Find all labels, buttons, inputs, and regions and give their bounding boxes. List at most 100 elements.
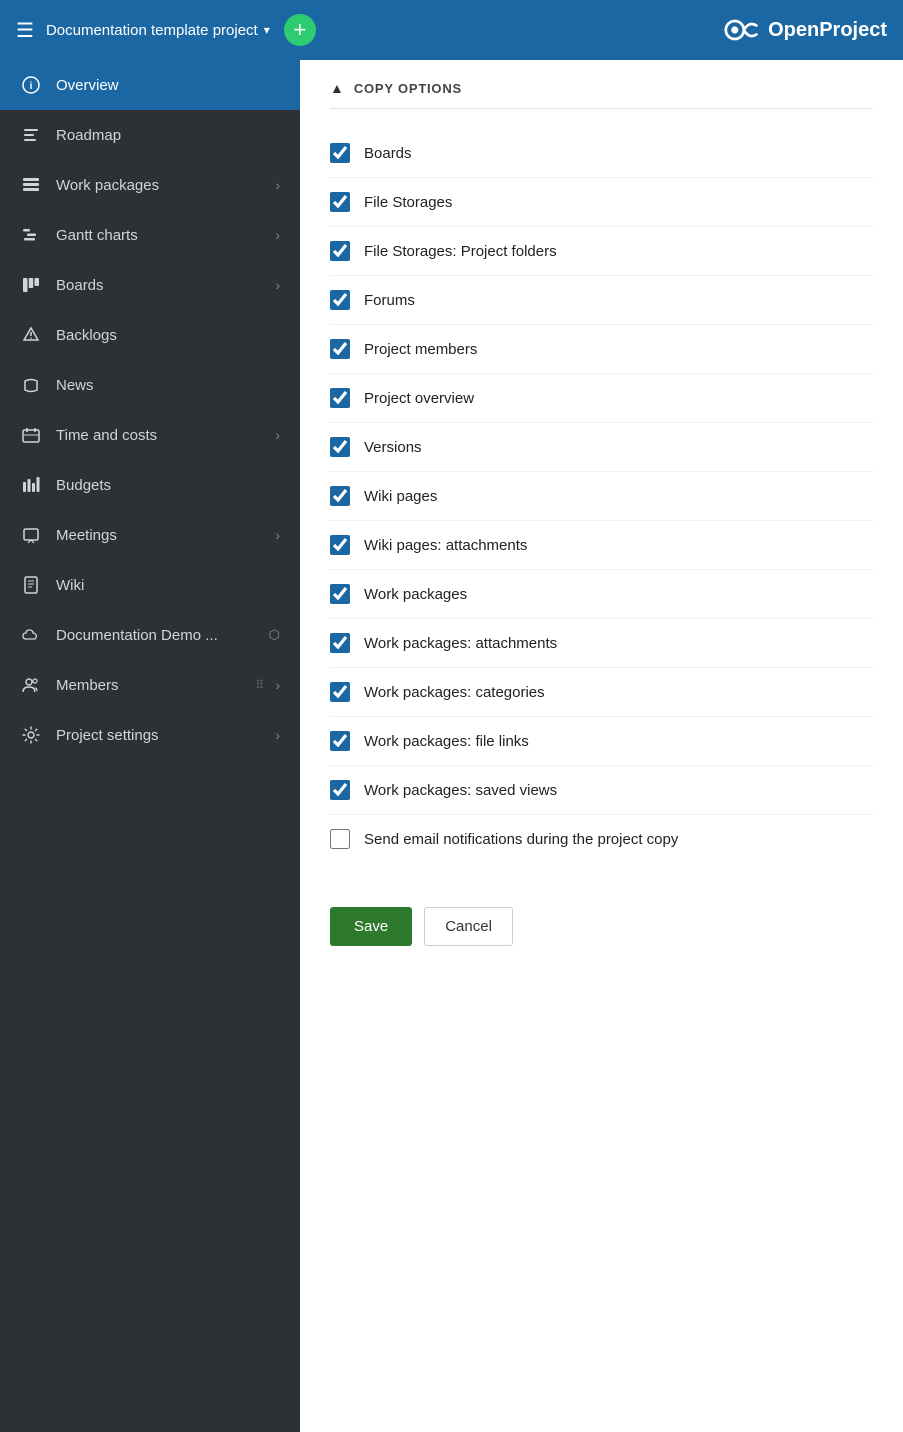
sidebar-item-project-settings[interactable]: Project settings ›	[0, 710, 300, 760]
checkbox-label-file-storages: File Storages	[364, 194, 452, 211]
checkbox-work-packages-categories[interactable]	[330, 682, 350, 702]
arrow-icon: ›	[275, 677, 280, 693]
arrow-icon: ›	[275, 727, 280, 743]
sidebar-item-budgets-label: Budgets	[56, 477, 111, 494]
sidebar-item-wiki-label: Wiki	[56, 577, 84, 594]
members-icon	[20, 674, 42, 696]
info-icon: i	[20, 74, 42, 96]
sidebar-item-project-settings-label: Project settings	[56, 727, 159, 744]
sidebar-item-overview[interactable]: i Overview	[0, 60, 300, 110]
arrow-icon: ›	[275, 427, 280, 443]
checkbox-item-versions: Versions	[330, 423, 873, 472]
checkbox-item-wiki-pages-attachments: Wiki pages: attachments	[330, 521, 873, 570]
sidebar-item-backlogs[interactable]: Backlogs	[0, 310, 300, 360]
checkbox-item-file-storages-project-folders: File Storages: Project folders	[330, 227, 873, 276]
checkbox-item-wiki-pages: Wiki pages	[330, 472, 873, 521]
checkbox-item-forums: Forums	[330, 276, 873, 325]
checkbox-wiki-pages-attachments[interactable]	[330, 535, 350, 555]
sidebar-item-documentation-demo[interactable]: Documentation Demo ... ⬡	[0, 610, 300, 660]
checkbox-work-packages-saved-views[interactable]	[330, 780, 350, 800]
checkbox-item-file-storages: File Storages	[330, 178, 873, 227]
project-name: Documentation template project	[46, 22, 258, 39]
budgets-icon	[20, 474, 42, 496]
project-selector[interactable]: Documentation template project ▾	[46, 22, 270, 39]
layout: i Overview Roadmap Work packages › Gantt…	[0, 60, 903, 1432]
sidebar-item-boards[interactable]: Boards ›	[0, 260, 300, 310]
checkbox-label-wiki-pages: Wiki pages	[364, 488, 437, 505]
external-link-icon: ⬡	[269, 627, 280, 643]
backlogs-icon	[20, 324, 42, 346]
checkbox-label-project-members: Project members	[364, 341, 477, 358]
sidebar-item-news-label: News	[56, 377, 94, 394]
sidebar-item-time-costs[interactable]: Time and costs ›	[0, 410, 300, 460]
checkbox-project-members[interactable]	[330, 339, 350, 359]
arrow-icon: ›	[275, 277, 280, 293]
logo-text: OpenProject	[768, 19, 887, 42]
checkbox-label-work-packages-categories: Work packages: categories	[364, 684, 545, 701]
checkbox-forums[interactable]	[330, 290, 350, 310]
sidebar-item-doc-demo-label: Documentation Demo ...	[56, 627, 218, 644]
form-buttons: Save Cancel	[330, 891, 873, 946]
svg-text:i: i	[30, 81, 33, 92]
sidebar-item-budgets[interactable]: Budgets	[0, 460, 300, 510]
wiki-icon	[20, 574, 42, 596]
collapse-icon[interactable]: ▲	[330, 80, 344, 96]
checkbox-send-email-notifications[interactable]	[330, 829, 350, 849]
checkbox-work-packages-file-links[interactable]	[330, 731, 350, 751]
checkbox-item-project-overview: Project overview	[330, 374, 873, 423]
checkbox-file-storages[interactable]	[330, 192, 350, 212]
add-button[interactable]: +	[284, 14, 316, 46]
sidebar-item-wiki[interactable]: Wiki	[0, 560, 300, 610]
checkbox-work-packages[interactable]	[330, 584, 350, 604]
checkbox-work-packages-attachments[interactable]	[330, 633, 350, 653]
drag-handle-icon: ⠿	[255, 678, 264, 692]
sidebar-item-roadmap-label: Roadmap	[56, 127, 121, 144]
meetings-icon	[20, 524, 42, 546]
checkbox-label-versions: Versions	[364, 439, 422, 456]
project-caret-icon: ▾	[264, 23, 270, 37]
copy-options-title: COPY OPTIONS	[354, 81, 462, 96]
logo-icon	[724, 16, 760, 44]
checkbox-wiki-pages[interactable]	[330, 486, 350, 506]
hamburger-icon[interactable]: ☰	[16, 18, 34, 43]
checkbox-file-storages-project-folders[interactable]	[330, 241, 350, 261]
sidebar-item-gantt-label: Gantt charts	[56, 227, 138, 244]
checkbox-item-send-email-notifications: Send email notifications during the proj…	[330, 815, 873, 863]
arrow-icon: ›	[275, 527, 280, 543]
sidebar-item-gantt[interactable]: Gantt charts ›	[0, 210, 300, 260]
header: ☰ Documentation template project ▾ + Ope…	[0, 0, 903, 60]
checkbox-project-overview[interactable]	[330, 388, 350, 408]
checkbox-item-work-packages-file-links: Work packages: file links	[330, 717, 873, 766]
checkbox-label-send-email-notifications: Send email notifications during the proj…	[364, 831, 678, 848]
gantt-icon	[20, 224, 42, 246]
boards-icon	[20, 274, 42, 296]
sidebar-item-time-costs-label: Time and costs	[56, 427, 157, 444]
sidebar-item-meetings[interactable]: Meetings ›	[0, 510, 300, 560]
main-content: ▲ COPY OPTIONS Boards File Storages File S…	[300, 60, 903, 1432]
sidebar-item-roadmap[interactable]: Roadmap	[0, 110, 300, 160]
save-button[interactable]: Save	[330, 907, 412, 946]
checkbox-label-work-packages-attachments: Work packages: attachments	[364, 635, 557, 652]
arrow-icon: ›	[275, 227, 280, 243]
checkbox-boards[interactable]	[330, 143, 350, 163]
sidebar-item-members[interactable]: Members › ⠿	[0, 660, 300, 710]
sidebar-item-news[interactable]: News	[0, 360, 300, 410]
checkbox-item-work-packages-categories: Work packages: categories	[330, 668, 873, 717]
work-packages-icon	[20, 174, 42, 196]
sidebar-item-work-packages[interactable]: Work packages ›	[0, 160, 300, 210]
sidebar-item-boards-label: Boards	[56, 277, 104, 294]
checkbox-label-project-overview: Project overview	[364, 390, 474, 407]
checkbox-item-work-packages: Work packages	[330, 570, 873, 619]
cloud-icon	[20, 624, 42, 646]
cancel-button[interactable]: Cancel	[424, 907, 513, 946]
checkbox-item-work-packages-attachments: Work packages: attachments	[330, 619, 873, 668]
sidebar: i Overview Roadmap Work packages › Gantt…	[0, 60, 300, 1432]
checkbox-label-forums: Forums	[364, 292, 415, 309]
checkbox-item-boards: Boards	[330, 129, 873, 178]
sidebar-item-overview-label: Overview	[56, 77, 119, 94]
checkbox-label-work-packages-file-links: Work packages: file links	[364, 733, 529, 750]
roadmap-icon	[20, 124, 42, 146]
checkbox-label-work-packages-saved-views: Work packages: saved views	[364, 782, 557, 799]
checkbox-versions[interactable]	[330, 437, 350, 457]
sidebar-item-backlogs-label: Backlogs	[56, 327, 117, 344]
